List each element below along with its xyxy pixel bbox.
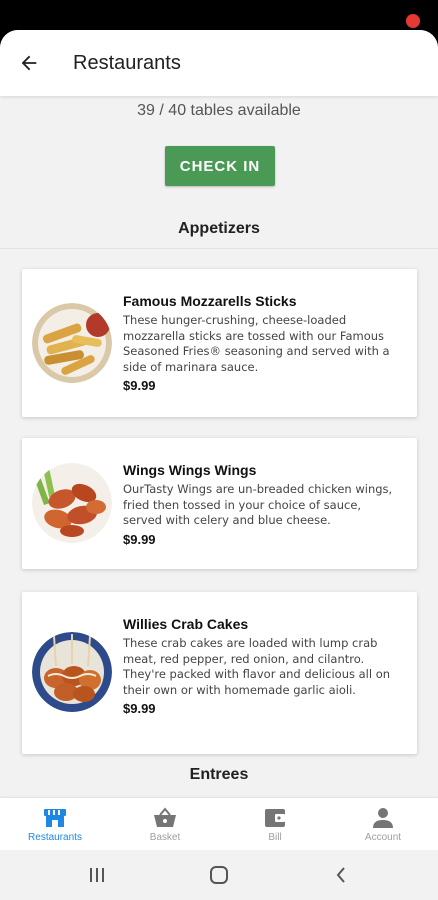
system-back-button[interactable] bbox=[326, 862, 356, 888]
menu-item-card[interactable]: Wings Wings Wings OurTasty Wings are un-… bbox=[22, 438, 417, 569]
chevron-left-icon bbox=[336, 867, 345, 883]
page-title: Restaurants bbox=[73, 52, 181, 74]
nav-item-restaurants[interactable]: Restaurants bbox=[0, 798, 110, 850]
nav-label: Bill bbox=[268, 832, 282, 843]
item-name: Wings Wings Wings bbox=[123, 462, 257, 478]
menu-item-card[interactable]: Willies Crab Cakes These crab cakes are … bbox=[22, 592, 417, 754]
app-screen: Restaurants 39 / 40 tables available CHE… bbox=[0, 30, 438, 900]
item-price: $9.99 bbox=[123, 701, 156, 716]
arrow-left-icon bbox=[21, 55, 37, 71]
item-description: These crab cakes are loaded with lump cr… bbox=[123, 636, 391, 697]
system-navigation-bar bbox=[0, 850, 438, 900]
basket-icon bbox=[154, 807, 176, 827]
menu-item-card[interactable]: Famous Mozzarells Sticks These hunger-cr… bbox=[22, 269, 417, 417]
nav-item-bill[interactable]: Bill bbox=[220, 798, 330, 850]
home-button[interactable] bbox=[204, 862, 234, 888]
nav-item-account[interactable]: Account bbox=[328, 798, 438, 850]
check-in-button[interactable]: CHECK IN bbox=[165, 146, 275, 186]
nav-item-basket[interactable]: Basket bbox=[110, 798, 220, 850]
nav-label: Account bbox=[364, 832, 402, 843]
item-price: $9.99 bbox=[123, 531, 156, 547]
menu-scroll-area[interactable]: 39 / 40 tables available CHECK IN Appeti… bbox=[0, 96, 438, 798]
section-title-entrees: Entrees bbox=[189, 766, 249, 783]
chicken-wings-image bbox=[32, 463, 112, 543]
bottom-navigation: Restaurants Basket Bill Account bbox=[0, 798, 438, 850]
item-description: OurTasty Wings are un-breaded chicken wi… bbox=[123, 482, 393, 527]
storefront-icon bbox=[44, 809, 66, 827]
app-bar: Restaurants bbox=[0, 30, 438, 96]
divider bbox=[0, 248, 438, 249]
item-price: $9.99 bbox=[123, 378, 156, 393]
recents-icon bbox=[90, 868, 104, 882]
recent-apps-button[interactable] bbox=[82, 862, 112, 888]
section-title-appetizers: Appetizers bbox=[178, 220, 260, 237]
nav-label: Restaurants bbox=[28, 832, 82, 843]
mozzarella-sticks-image bbox=[32, 303, 112, 383]
item-description: These hunger-crushing, cheese-loaded moz… bbox=[123, 313, 390, 374]
crab-cakes-image bbox=[32, 632, 112, 712]
wallet-icon bbox=[265, 809, 285, 827]
person-icon bbox=[373, 808, 393, 828]
tables-available-text: 39 / 40 tables available bbox=[137, 102, 301, 119]
item-name: Famous Mozzarells Sticks bbox=[123, 293, 297, 309]
status-bar bbox=[0, 0, 438, 30]
item-name: Willies Crab Cakes bbox=[123, 616, 249, 632]
nav-label: Basket bbox=[149, 832, 181, 843]
back-button[interactable] bbox=[10, 44, 48, 82]
notification-dot bbox=[406, 14, 420, 28]
home-icon bbox=[210, 866, 228, 884]
